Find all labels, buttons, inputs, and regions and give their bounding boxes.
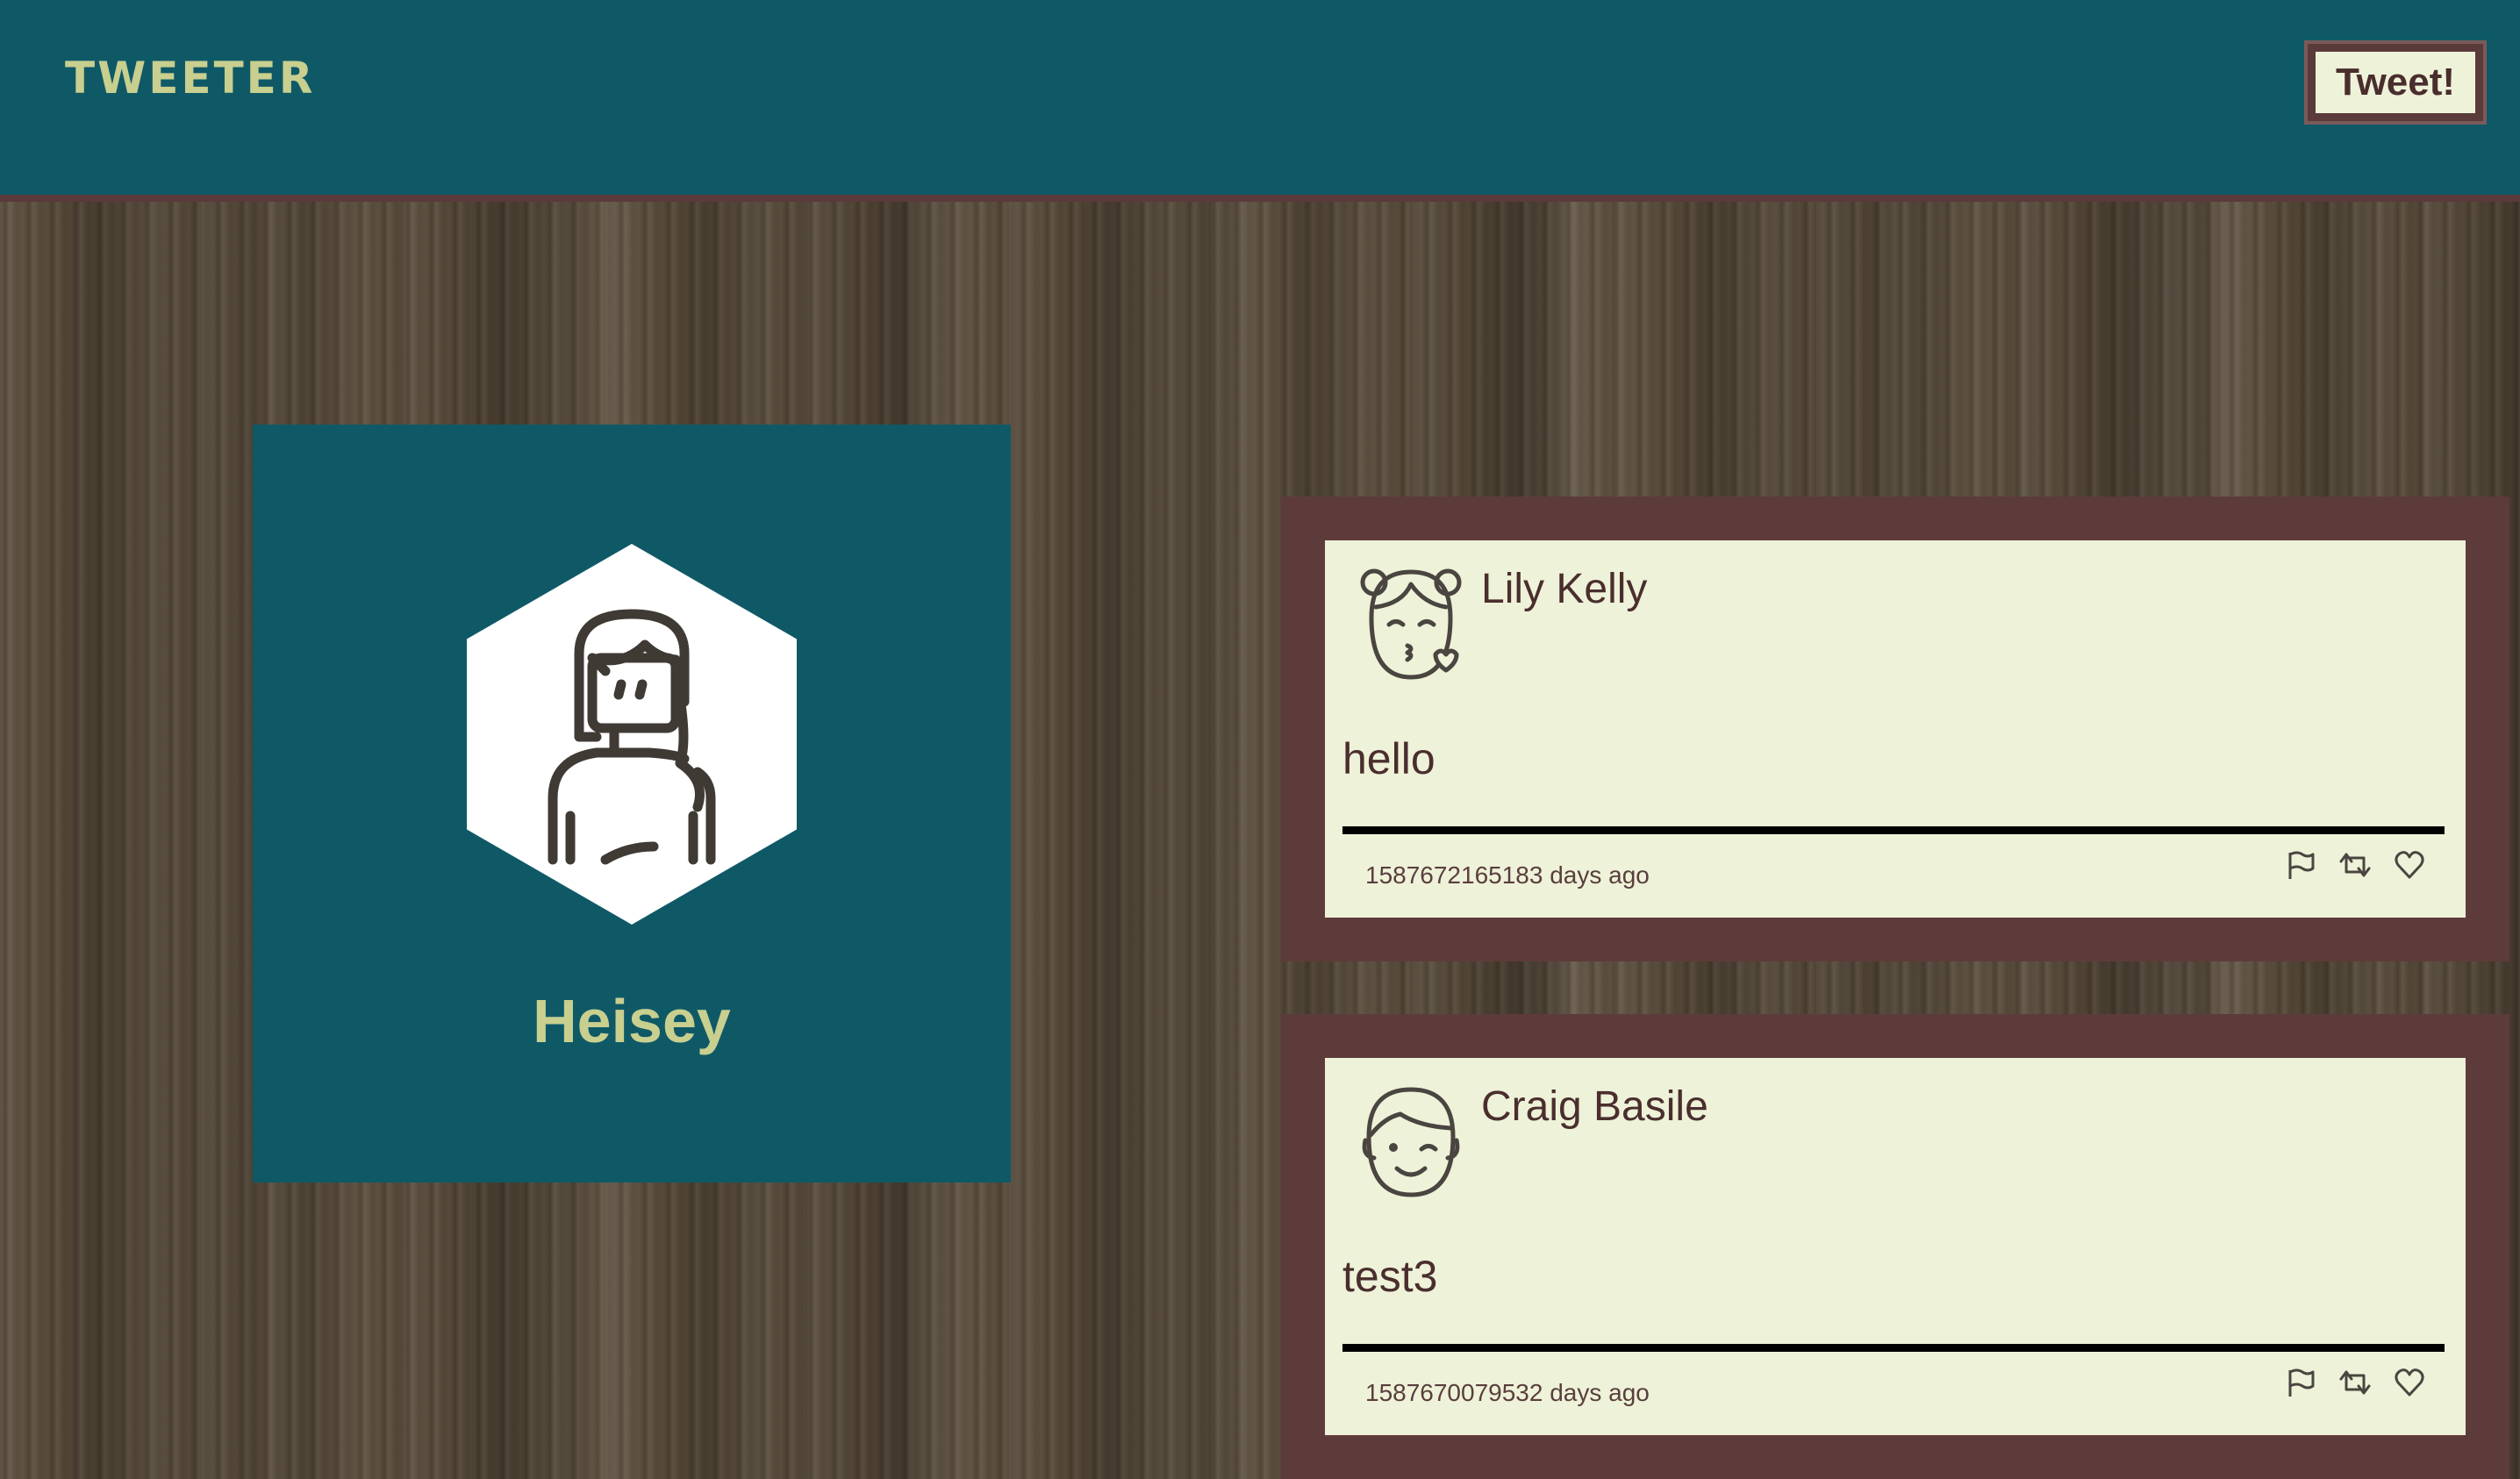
divider	[1342, 826, 2445, 834]
tweet-timestamp: 1587672165183 days ago	[1365, 861, 1650, 889]
tweet-author[interactable]: Craig Basile	[1481, 1082, 1708, 1131]
tweet-timestamp: 1587670079532 days ago	[1365, 1379, 1650, 1406]
retweet-icon[interactable]	[2337, 1367, 2373, 1398]
tweet-card: Lily Kelly hello 1587672165183 days ago	[1281, 497, 2509, 961]
divider	[1342, 1344, 2445, 1352]
tweet-content: test3	[1342, 1252, 1438, 1301]
profile-handle: Heisey	[533, 987, 731, 1055]
boy-wink-avatar-icon	[1362, 1087, 1460, 1197]
profile-avatar	[467, 544, 797, 925]
tweet: Lily Kelly hello 1587672165183 days ago	[1325, 540, 2466, 918]
tweet-card: Craig Basile test3 1587670079532 days ag…	[1281, 1014, 2509, 1479]
flag-icon[interactable]	[2285, 1367, 2316, 1398]
girl-kiss-avatar-icon	[1360, 568, 1462, 680]
tweet-author[interactable]: Lily Kelly	[1481, 565, 1647, 613]
tweet-actions	[2285, 849, 2425, 881]
tweet: Craig Basile test3 1587670079532 days ag…	[1325, 1058, 2466, 1435]
tweet-actions	[2285, 1367, 2425, 1398]
profile-card: Heisey	[253, 425, 1011, 1182]
woman-avatar-icon	[548, 609, 716, 865]
tweet-content: hello	[1342, 734, 1435, 783]
tweet-button[interactable]: Tweet!	[2308, 44, 2483, 121]
heart-icon[interactable]	[2394, 1367, 2425, 1398]
navbar: TWEETER Tweet!	[0, 0, 2520, 202]
heart-icon[interactable]	[2394, 849, 2425, 881]
retweet-icon[interactable]	[2337, 849, 2373, 881]
brand-logo[interactable]: TWEETER	[65, 53, 315, 104]
flag-icon[interactable]	[2285, 849, 2316, 881]
